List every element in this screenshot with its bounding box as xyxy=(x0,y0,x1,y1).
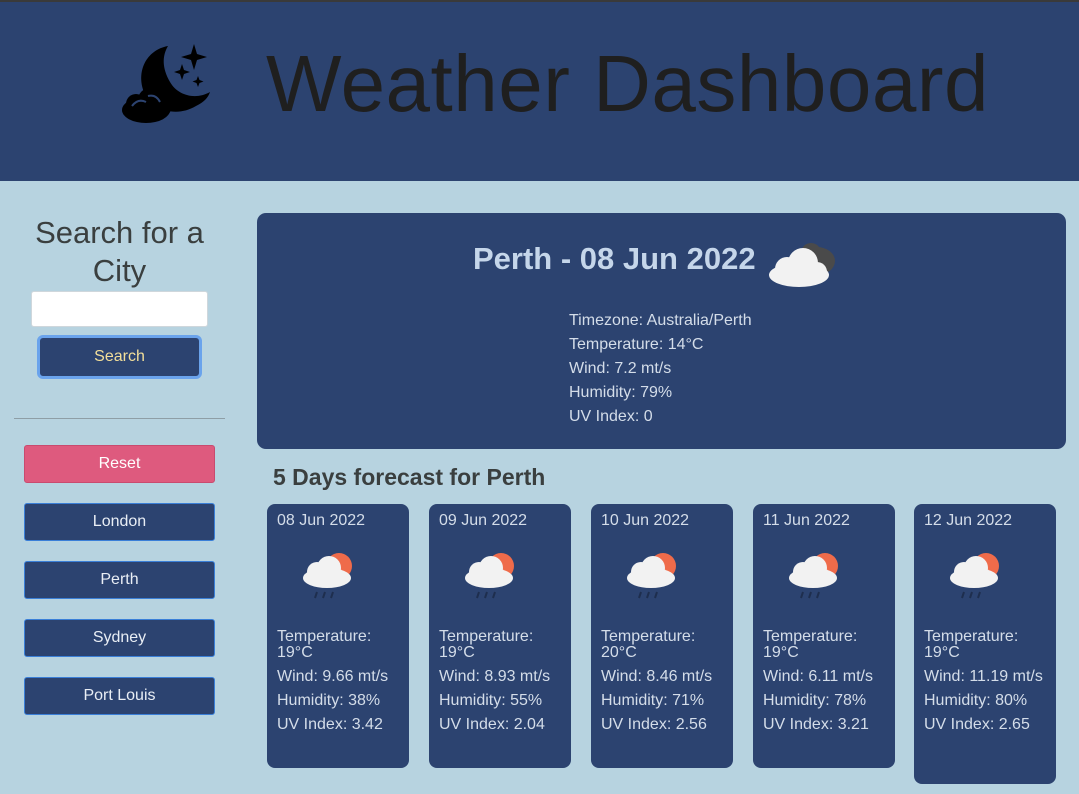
forecast-uv-index: UV Index: 2.04 xyxy=(439,716,545,733)
forecast-wind: Wind: 8.93 mt/s xyxy=(439,668,551,685)
forecast-details: Temperature: 19°C Wind: 8.93 mt/s Humidi… xyxy=(439,629,565,741)
forecast-humidity: Humidity: 38% xyxy=(277,692,381,709)
moon-stars-cloud-icon xyxy=(122,44,210,123)
forecast-wind: Wind: 9.66 mt/s xyxy=(277,668,389,685)
forecast-card: 10 Jun 2022 Temperature: 20°C Wind: 8.46… xyxy=(591,504,733,768)
sidebar-divider xyxy=(14,418,225,419)
forecast-details: Temperature: 19°C Wind: 9.66 mt/s Humidi… xyxy=(277,629,403,741)
forecast-details: Temperature: 19°C Wind: 6.11 mt/s Humidi… xyxy=(763,629,889,741)
forecast-wind: Wind: 11.19 mt/s xyxy=(924,668,1043,685)
app-header: Weather Dashboard xyxy=(0,2,1079,181)
current-temperature: Temperature: 14°C xyxy=(569,336,704,353)
current-weather-details: Timezone: Australia/Perth Temperature: 1… xyxy=(569,309,752,429)
city-button-port-louis[interactable]: Port Louis xyxy=(24,677,215,715)
cloudy-night-icon xyxy=(769,243,835,287)
current-humidity: Humidity: 79% xyxy=(569,384,673,401)
forecast-card: 08 Jun 2022 Temperature: 19°C Wind: 9.66… xyxy=(267,504,409,768)
sun-cloud-rain-icon xyxy=(950,553,999,599)
city-search-input[interactable] xyxy=(31,291,208,327)
city-button-london[interactable]: London xyxy=(24,503,215,541)
forecast-card: 11 Jun 2022 Temperature: 19°C Wind: 6.11… xyxy=(753,504,895,768)
forecast-wind: Wind: 6.11 mt/s xyxy=(763,668,873,685)
forecast-uv-index: UV Index: 2.56 xyxy=(601,716,707,733)
forecast-temperature: Temperature: 19°C xyxy=(277,628,372,661)
forecast-date: 10 Jun 2022 xyxy=(601,512,690,529)
forecast-temperature: Temperature: 19°C xyxy=(924,628,1019,661)
current-weather-card: Perth - 08 Jun 2022 Timezone: Australia/… xyxy=(257,213,1066,449)
forecast-humidity: Humidity: 80% xyxy=(924,692,1028,709)
forecast-humidity: Humidity: 55% xyxy=(439,692,543,709)
forecast-details: Temperature: 19°C Wind: 11.19 mt/s Humid… xyxy=(924,629,1050,741)
forecast-date: 12 Jun 2022 xyxy=(924,512,1013,529)
forecast-card: 09 Jun 2022 Temperature: 19°C Wind: 8.93… xyxy=(429,504,571,768)
forecast-date: 11 Jun 2022 xyxy=(763,512,850,529)
forecast-temperature: Temperature: 19°C xyxy=(439,628,534,661)
search-heading: Search for a City xyxy=(35,215,204,288)
sidebar: Search for a City Search Reset London Pe… xyxy=(14,181,225,794)
forecast-uv-index: UV Index: 2.65 xyxy=(924,716,1030,733)
forecast-wind: Wind: 8.46 mt/s xyxy=(601,668,713,685)
forecast-date: 09 Jun 2022 xyxy=(439,512,528,529)
city-button-sydney[interactable]: Sydney xyxy=(24,619,215,657)
search-button[interactable]: Search xyxy=(37,335,202,379)
forecast-temperature: Temperature: 20°C xyxy=(601,628,696,661)
forecast-temperature: Temperature: 19°C xyxy=(763,628,858,661)
forecast-heading: 5 Days forecast for Perth xyxy=(273,464,546,490)
current-timezone: Timezone: Australia/Perth xyxy=(569,312,752,329)
forecast-humidity: Humidity: 78% xyxy=(763,692,867,709)
page-title: Weather Dashboard xyxy=(266,39,989,128)
city-button-perth[interactable]: Perth xyxy=(24,561,215,599)
reset-button[interactable]: Reset xyxy=(24,445,215,483)
forecast-date: 08 Jun 2022 xyxy=(277,512,366,529)
forecast-uv-index: UV Index: 3.21 xyxy=(763,716,869,733)
sun-cloud-rain-icon xyxy=(627,553,676,599)
sun-cloud-rain-icon xyxy=(789,553,838,599)
forecast-details: Temperature: 20°C Wind: 8.46 mt/s Humidi… xyxy=(601,629,727,741)
current-uv-index: UV Index: 0 xyxy=(569,408,653,425)
forecast-humidity: Humidity: 71% xyxy=(601,692,705,709)
sun-cloud-rain-icon xyxy=(303,553,352,599)
sun-cloud-rain-icon xyxy=(465,553,514,599)
current-wind: Wind: 7.2 mt/s xyxy=(569,360,672,377)
forecast-uv-index: UV Index: 3.42 xyxy=(277,716,383,733)
current-weather-title: Perth - 08 Jun 2022 xyxy=(473,241,756,276)
forecast-card: 12 Jun 2022 Temperature: 19°C Wind: 11.1… xyxy=(914,504,1056,784)
